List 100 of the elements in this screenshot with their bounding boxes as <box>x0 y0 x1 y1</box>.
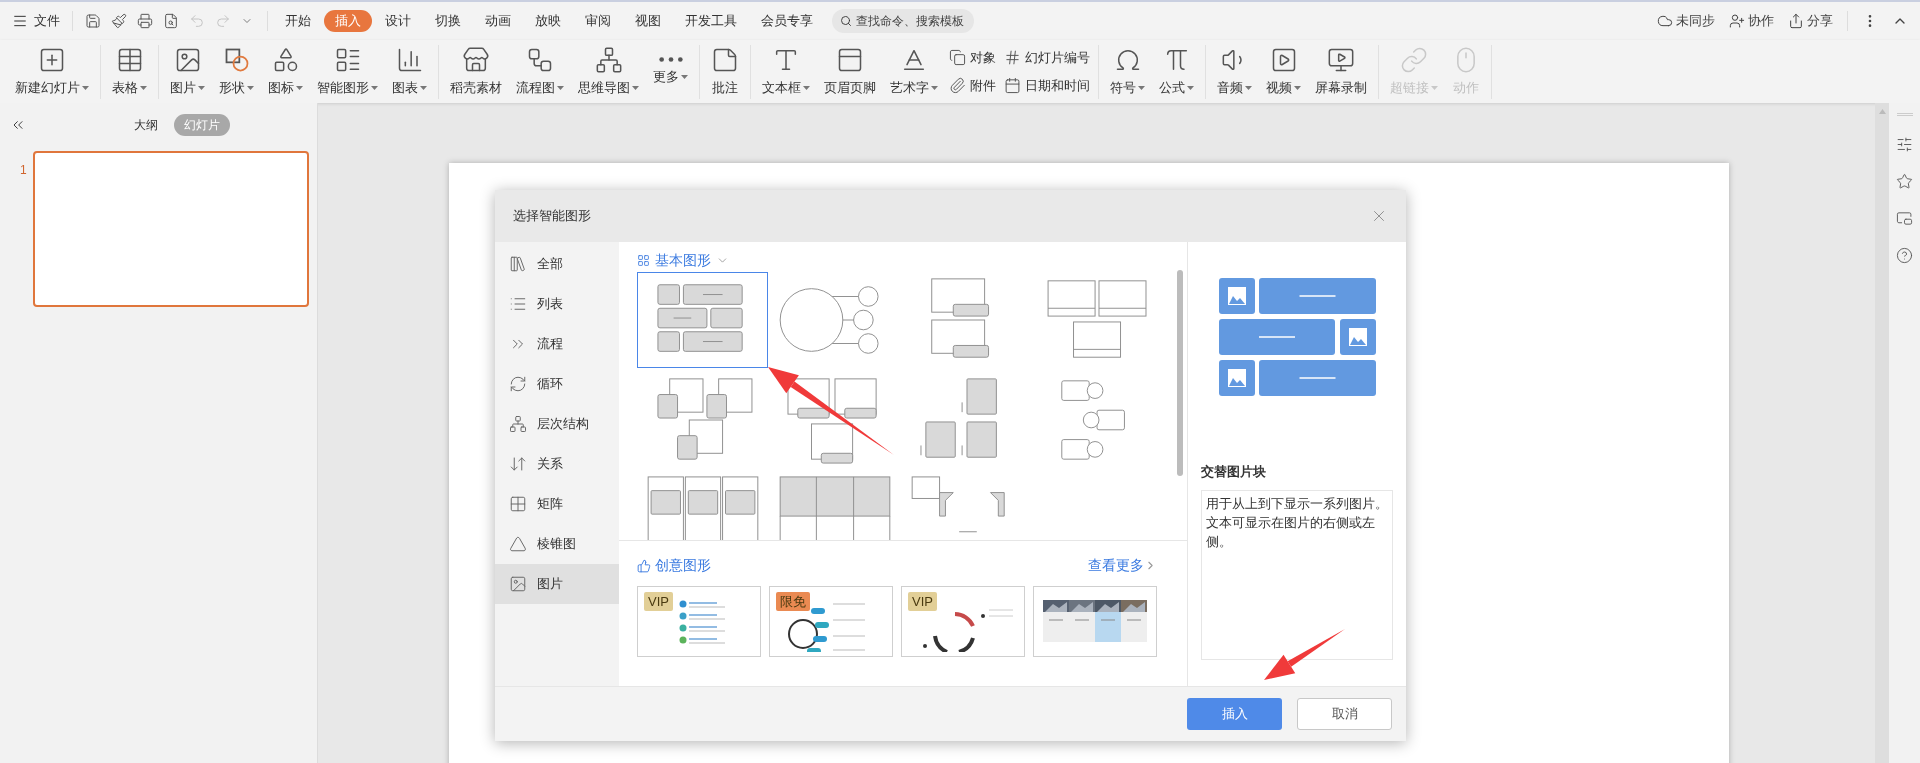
store-icon <box>462 45 490 74</box>
category-item[interactable]: 矩阵 <box>495 484 619 524</box>
pyramid-icon <box>509 535 527 553</box>
category-item[interactable]: 全部 <box>495 244 619 284</box>
ribbon-button[interactable]: 图标 <box>261 42 310 101</box>
caret-icon <box>296 85 303 90</box>
toolbar-button[interactable] <box>83 11 103 31</box>
all-icon <box>509 255 527 273</box>
ribbon-button[interactable]: 更多 <box>646 42 695 101</box>
user-add-icon <box>1729 13 1745 29</box>
thumbs-up-icon <box>637 558 651 573</box>
slide-number-icon <box>1004 49 1021 67</box>
category-item[interactable]: 循环 <box>495 364 619 404</box>
template-card[interactable]: 限免 <box>769 586 893 657</box>
ribbon-button[interactable]: 文本框 <box>755 42 817 101</box>
caret-icon <box>371 85 378 90</box>
ribbon-button[interactable]: 表格 <box>105 42 154 101</box>
section-dropdown[interactable]: 基本图形 <box>637 250 729 270</box>
toolbar-button[interactable] <box>135 11 155 31</box>
caret-icon <box>1245 85 1252 90</box>
toolbar-button[interactable] <box>109 11 129 31</box>
ribbon-button[interactable]: 屏幕录制 <box>1308 42 1374 101</box>
caret-icon <box>803 85 810 90</box>
description-box: 用于从上到下显示一系列图片。文本可显示在图片的右侧或左侧。 <box>1201 489 1393 660</box>
ribbon-button[interactable]: 流程图 <box>509 42 571 101</box>
star-icon[interactable] <box>1896 173 1913 190</box>
category-item[interactable]: 关系 <box>495 444 619 484</box>
search-icon <box>840 14 852 28</box>
category-item[interactable]: 流程 <box>495 324 619 364</box>
template-card[interactable] <box>1033 586 1157 657</box>
ribbon-button[interactable]: 符号 <box>1103 42 1152 101</box>
ribbon-button[interactable]: 日期和时间 <box>1004 75 1090 95</box>
header-action[interactable]: 未同步 <box>1657 11 1715 31</box>
caret-icon <box>1187 85 1194 90</box>
slide-number: 1 <box>20 162 27 179</box>
caret-icon <box>82 85 89 90</box>
cycle-icon <box>509 375 527 393</box>
ribbon-tab[interactable]: 审阅 <box>574 10 622 32</box>
cloud-icon <box>1657 13 1673 29</box>
ribbon-button[interactable]: 对象 <box>949 48 996 68</box>
slide-thumbnail[interactable] <box>32 151 309 307</box>
mind-map-icon <box>594 45 623 74</box>
category-item[interactable]: 层次结构 <box>495 404 619 444</box>
dots-icon <box>656 56 685 64</box>
ribbon-tab[interactable]: 视图 <box>624 10 672 32</box>
ribbon-button[interactable]: 附件 <box>949 75 996 95</box>
category-item[interactable]: 图片 <box>495 564 619 604</box>
ribbon-button[interactable]: 音频 <box>1210 42 1259 101</box>
ribbon-button[interactable]: 形状 <box>212 42 261 101</box>
settings-icon[interactable] <box>1896 136 1913 153</box>
template-card[interactable]: VIP <box>637 586 761 657</box>
ribbon-tab[interactable]: 开发工具 <box>674 10 748 32</box>
dialog-button[interactable]: 取消 <box>1297 698 1392 730</box>
menu-icon <box>12 13 28 29</box>
ribbon-button[interactable]: 图表 <box>385 42 434 101</box>
caret-icon <box>931 85 938 90</box>
ribbon-button[interactable]: 幻灯片编号 <box>1004 48 1090 68</box>
template-card[interactable]: VIP <box>901 586 1025 657</box>
header-action[interactable]: 协作 <box>1729 11 1774 31</box>
ribbon-button[interactable]: 新建幻灯片 <box>8 42 96 101</box>
picture-icon <box>509 575 527 593</box>
see-more-link[interactable]: 查看更多 <box>1088 555 1157 576</box>
category-item[interactable]: 列表 <box>495 284 619 324</box>
help-icon[interactable] <box>1896 247 1913 264</box>
ribbon-tab[interactable]: 切换 <box>424 10 472 32</box>
view-tab[interactable]: 大纲 <box>124 114 168 136</box>
ribbon-button[interactable]: 视频 <box>1259 42 1308 101</box>
template-badge: VIP <box>644 592 673 611</box>
share-icon <box>1788 13 1804 29</box>
caret-icon <box>1431 85 1438 90</box>
ribbon-tab[interactable]: 动画 <box>474 10 522 32</box>
category-item[interactable]: 棱锥图 <box>495 524 619 564</box>
caret-icon <box>557 85 564 90</box>
ribbon-button[interactable]: 图片 <box>163 42 212 101</box>
ribbon-button[interactable]: 智能图形 <box>310 42 385 101</box>
caret-icon <box>1294 85 1301 90</box>
layout-thumbnail[interactable] <box>637 272 768 368</box>
window-icon[interactable] <box>1896 210 1913 227</box>
ribbon-tab[interactable]: 开始 <box>274 10 322 32</box>
list-icon <box>509 295 527 313</box>
ribbon-tab[interactable]: 会员专享 <box>750 10 824 32</box>
search-field[interactable]: 查找命令、搜索模板 <box>832 9 974 33</box>
header-action[interactable]: 分享 <box>1788 11 1833 31</box>
file-menu[interactable]: 文件 <box>12 11 68 31</box>
ribbon-button[interactable]: 艺术字 <box>883 42 945 101</box>
ribbon-tab[interactable]: 设计 <box>374 10 422 32</box>
caret-icon <box>1138 85 1145 90</box>
ribbon-button[interactable]: 页眉页脚 <box>817 42 883 101</box>
template-badge: VIP <box>908 592 937 611</box>
ribbon-button[interactable]: 公式 <box>1152 42 1201 101</box>
preview-icon <box>163 13 179 29</box>
scrollbar-thumb[interactable] <box>1177 270 1183 476</box>
ribbon-tab[interactable]: 放映 <box>524 10 572 32</box>
paperclip-icon <box>949 76 966 94</box>
ribbon-button[interactable]: 思维导图 <box>571 42 646 101</box>
ribbon-button[interactable]: 批注 <box>704 42 746 101</box>
caret-icon <box>198 85 205 90</box>
caret-icon <box>140 85 147 90</box>
relation-icon <box>509 455 527 473</box>
ribbon-button[interactable]: 稻壳素材 <box>443 42 509 101</box>
